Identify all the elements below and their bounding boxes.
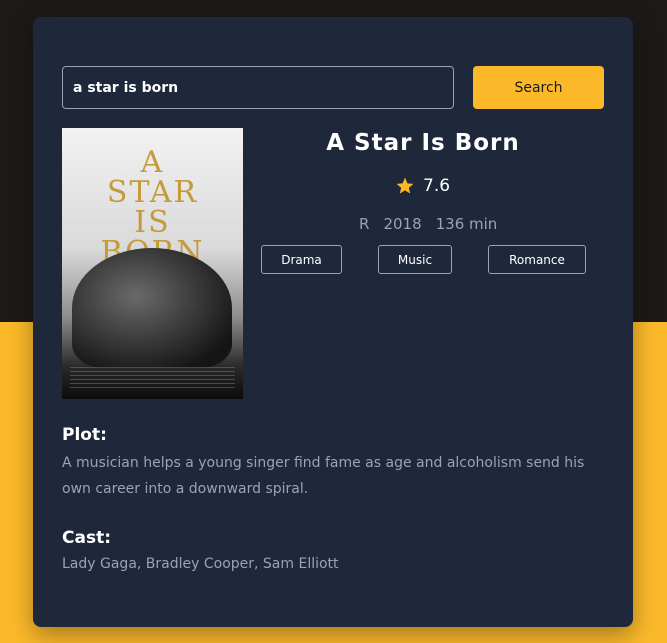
plot-heading: Plot: xyxy=(62,425,107,445)
poster-title-line: A xyxy=(140,145,165,180)
cast-heading: Cast: xyxy=(62,528,111,548)
runtime: 136 min xyxy=(435,215,498,233)
rating: 7.6 xyxy=(395,175,450,197)
movie-title: A Star Is Born xyxy=(326,130,520,156)
movie-card: Search A STAR IS BORN A Star Is Born 7.6… xyxy=(33,17,633,627)
poster-title-line: IS xyxy=(134,205,171,240)
genre-tag: Drama xyxy=(261,245,342,274)
genre-tag: Romance xyxy=(488,245,586,274)
genre-tag: Music xyxy=(378,245,452,274)
year: 2018 xyxy=(383,215,422,233)
search-button[interactable]: Search xyxy=(473,66,604,109)
star-icon xyxy=(395,176,415,196)
search-input[interactable] xyxy=(62,66,454,109)
poster-credits xyxy=(70,367,235,391)
poster-title-line: STAR xyxy=(106,175,199,210)
poster-image xyxy=(72,248,232,368)
movie-meta: R 2018 136 min xyxy=(359,215,497,233)
cast-text: Lady Gaga, Bradley Cooper, Sam Elliott xyxy=(62,556,339,572)
rated: R xyxy=(359,215,370,233)
movie-poster: A STAR IS BORN xyxy=(62,128,243,399)
rating-value: 7.6 xyxy=(423,176,451,196)
plot-text: A musician helps a young singer find fam… xyxy=(62,455,585,497)
